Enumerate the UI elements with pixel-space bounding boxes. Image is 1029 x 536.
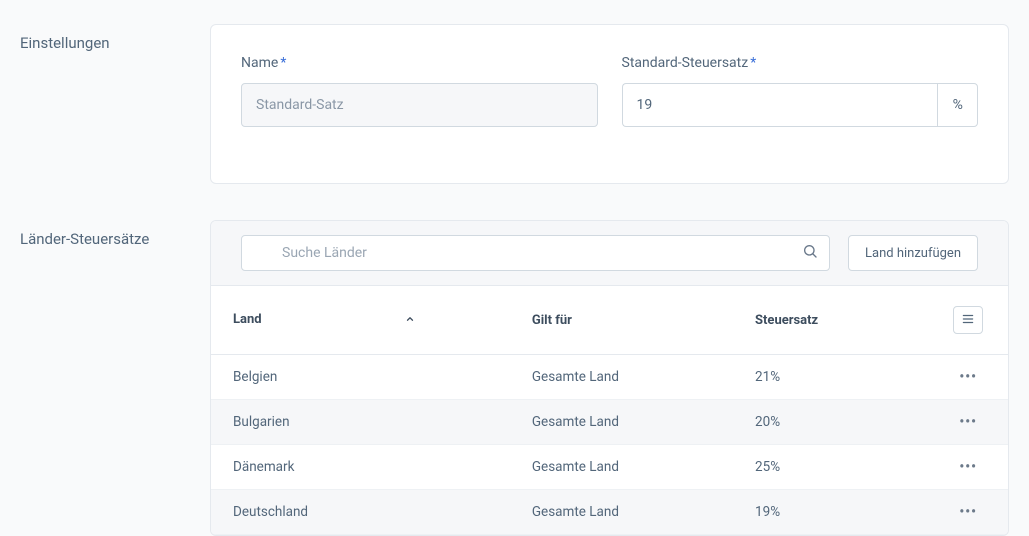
cell-applies: Gesamte Land <box>514 355 737 400</box>
cell-actions: ••• <box>928 355 1008 400</box>
cell-rate: 19% <box>737 490 928 535</box>
column-options-button[interactable] <box>953 306 983 334</box>
cell-actions: ••• <box>928 445 1008 490</box>
table-row: DänemarkGesamte Land25% ••• <box>211 445 1008 490</box>
countries-card: Land hinzufügen Land Gilt für Steuersatz <box>210 220 1009 536</box>
dots-horizontal-icon: ••• <box>959 414 977 430</box>
dots-horizontal-icon: ••• <box>959 504 977 520</box>
row-actions-button[interactable]: ••• <box>959 459 977 475</box>
table-row: BelgienGesamte Land21% ••• <box>211 355 1008 400</box>
cell-applies: Gesamte Land <box>514 490 737 535</box>
list-icon <box>961 312 975 329</box>
column-header-applies[interactable]: Gilt für <box>514 286 737 355</box>
table-row: DeutschlandGesamte Land19% ••• <box>211 490 1008 535</box>
name-field-label: Name* <box>241 55 598 71</box>
cell-rate: 20% <box>737 400 928 445</box>
name-input[interactable] <box>241 83 598 127</box>
rate-input[interactable] <box>622 83 938 127</box>
settings-section-label: Einstellungen <box>20 24 210 184</box>
cell-rate: 21% <box>737 355 928 400</box>
cell-applies: Gesamte Land <box>514 400 737 445</box>
add-country-button[interactable]: Land hinzufügen <box>848 235 978 271</box>
cell-applies: Gesamte Land <box>514 445 737 490</box>
cell-actions: ••• <box>928 490 1008 535</box>
cell-country: Dänemark <box>211 445 514 490</box>
cell-rate: 25% <box>737 445 928 490</box>
row-actions-button[interactable]: ••• <box>959 504 977 520</box>
row-actions-button[interactable]: ••• <box>959 414 977 430</box>
dots-horizontal-icon: ••• <box>959 369 977 385</box>
dots-horizontal-icon: ••• <box>959 459 977 475</box>
row-actions-button[interactable]: ••• <box>959 369 977 385</box>
column-header-country[interactable]: Land <box>211 286 514 355</box>
cell-country: Deutschland <box>211 490 514 535</box>
sort-caret-up-icon <box>405 313 415 328</box>
cell-country: Belgien <box>211 355 514 400</box>
search-input[interactable] <box>241 235 830 271</box>
column-header-actions <box>928 286 1008 355</box>
rate-unit: % <box>937 83 978 127</box>
settings-card: Name* Standard-Steuersatz* % <box>210 24 1009 184</box>
countries-section-label: Länder-Steuersätze <box>20 220 210 536</box>
cell-country: Bulgarien <box>211 400 514 445</box>
column-header-rate[interactable]: Steuersatz <box>737 286 928 355</box>
cell-actions: ••• <box>928 400 1008 445</box>
table-row: BulgarienGesamte Land20% ••• <box>211 400 1008 445</box>
rate-field-label: Standard-Steuersatz* <box>622 55 979 71</box>
